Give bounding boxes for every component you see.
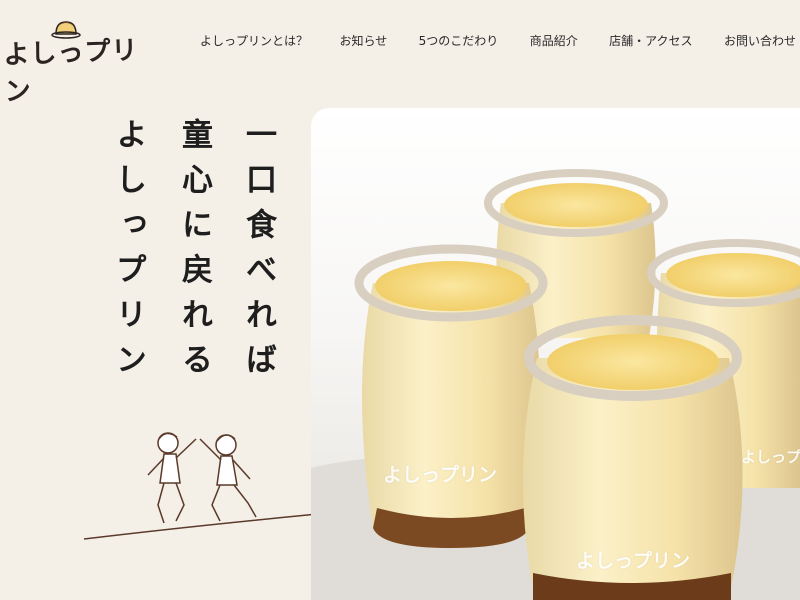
nav-item-about[interactable]: よしっプリンとは？	[200, 32, 308, 49]
photo-watermark-2: よしっプリン	[576, 550, 691, 572]
nav-item-stores[interactable]: 店舗・アクセス	[609, 32, 692, 49]
photo-watermark-1: よしっプリン	[383, 464, 498, 486]
nav-item-news[interactable]: お知らせ	[339, 32, 387, 49]
main-nav: よしっプリンとは？ お知らせ 5つのこだわり 商品紹介 店舗・アクセス お問い合…	[200, 32, 796, 49]
tagline-line-2: 童心に戻れる	[176, 118, 212, 388]
nav-item-products[interactable]: 商品紹介	[530, 32, 578, 49]
site-logo[interactable]: よしっプリン	[3, 12, 144, 107]
hero-image: よしっプリン よしっプリン よしっプリン	[311, 108, 800, 600]
site-header: よしっプリン よしっプリンとは？ お知らせ 5つのこだわり 商品紹介 店舗・アク…	[0, 0, 800, 107]
nav-item-contact[interactable]: お問い合わせ	[724, 32, 796, 49]
photo-watermark-3: よしっプリン	[741, 448, 800, 466]
logo-text: よしっプリン	[2, 35, 139, 108]
tagline-line-1: 一口食べれば	[240, 118, 276, 388]
tagline-line-3: よしっプリン	[110, 118, 146, 388]
nav-item-commitments[interactable]: 5つのこだわり	[419, 32, 499, 49]
pudding-jars-photo	[311, 169, 800, 600]
